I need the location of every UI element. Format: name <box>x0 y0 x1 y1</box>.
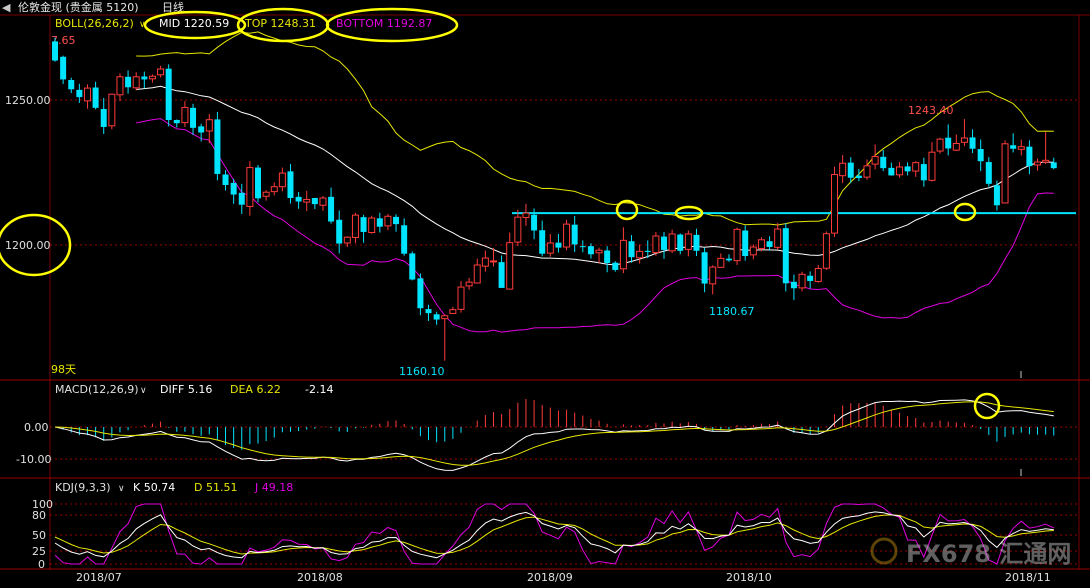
x-axis-label-2018-10: 2018/10 <box>726 571 772 584</box>
boll-mid-value: MID 1220.59 <box>159 17 229 30</box>
bar-count-label: 98天 <box>51 363 76 376</box>
macd-histogram-value: -2.14 <box>305 383 333 396</box>
macd-indicator-label: MACD(12,26,9) <box>55 383 139 396</box>
x-axis-label-2018-07: 2018/07 <box>76 571 122 584</box>
price-axis-label-1250: 1250.00 <box>5 94 51 107</box>
watermark-text: FX678 汇通网 <box>906 540 1071 568</box>
candle <box>255 164 261 203</box>
kdj-axis-label-50: 50 <box>32 529 46 542</box>
instrument-title: 伦敦金现 (贵金属 5120) <box>18 0 139 14</box>
macd-axis-label-0: 0.00 <box>24 421 49 434</box>
candle <box>742 225 749 261</box>
x-axis-label-2018-09: 2018/09 <box>527 571 573 584</box>
kdj-axis-label-80: 80 <box>32 509 46 522</box>
candle <box>652 231 660 256</box>
kdj-dropdown-icon[interactable]: ∨ <box>118 484 125 494</box>
candle <box>165 64 172 127</box>
candle <box>563 219 571 251</box>
candle <box>733 227 741 266</box>
candle <box>368 215 376 234</box>
kdj-d-value: D 51.51 <box>194 481 237 494</box>
macd-dropdown-icon[interactable]: ∨ <box>140 386 147 396</box>
macd-axis-label-neg10: -10.00 <box>16 453 51 466</box>
x-axis-label-2018-11: 2018/11 <box>1005 571 1051 584</box>
chart-canvas: ◀ 伦敦金现 (贵金属 5120) 日线 1250.00 1200.00 BOL… <box>0 0 1090 588</box>
candle <box>108 93 116 130</box>
low-annotation: 1160.10 <box>399 365 445 378</box>
boll-bottom-value: BOTTOM 1192.87 <box>336 17 432 30</box>
low-oct-annotation: 1180.67 <box>709 305 755 318</box>
kdj-axis-label-25: 25 <box>32 545 46 558</box>
arrow-left-icon[interactable]: ◀ <box>2 1 11 14</box>
macd-dea-value: DEA 6.22 <box>230 383 281 396</box>
boll-top-value: TOP 1248.31 <box>244 17 316 30</box>
candle <box>822 231 830 270</box>
candle <box>936 137 944 154</box>
boll-indicator-label: BOLL(26,26,2) <box>55 17 134 30</box>
high-annotation: 1243.40 <box>908 104 954 117</box>
x-axis-label-2018-08: 2018/08 <box>297 571 343 584</box>
price-axis-label-1200: 1200.00 <box>5 239 51 252</box>
candle <box>409 251 416 281</box>
candle <box>831 166 839 237</box>
candle <box>1001 140 1009 204</box>
kdj-k-value: K 50.74 <box>133 481 175 494</box>
candle <box>782 222 789 292</box>
kdj-j-value: J 49.18 <box>254 481 293 494</box>
candle <box>214 111 221 181</box>
kdj-indicator-label: KDJ(9,3,3) <box>55 481 111 494</box>
kdj-axis-label-0: 0 <box>38 558 45 571</box>
macd-diff-value: DIFF 5.16 <box>160 383 212 396</box>
